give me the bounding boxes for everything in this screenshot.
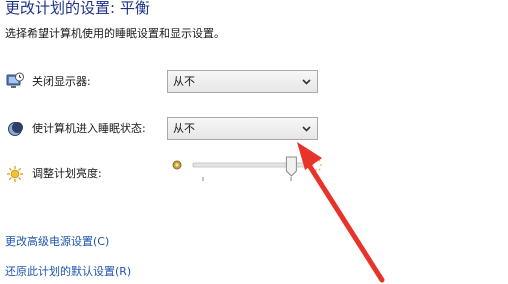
display-off-value: 从不 — [173, 75, 195, 88]
page-subtitle: 选择希望计算机使用的睡眠设置和显示设置。 — [5, 27, 225, 40]
brightness-low-icon — [172, 160, 182, 170]
sun-icon — [7, 166, 23, 182]
chevron-down-icon — [302, 79, 311, 85]
brightness-high-icon — [315, 159, 322, 171]
monitor-clock-icon — [6, 72, 24, 88]
sleep-select[interactable]: 从不 — [167, 117, 318, 140]
slider-ticks — [202, 177, 292, 181]
brightness-slider[interactable] — [168, 150, 324, 190]
moon-sleep-icon — [8, 122, 23, 136]
display-off-select[interactable]: 从不 — [167, 70, 318, 93]
advanced-power-settings-link[interactable]: 更改高级电源设置(C) — [5, 234, 109, 250]
sleep-value: 从不 — [173, 122, 195, 135]
brightness-label: 调整计划亮度: — [32, 167, 102, 180]
page-title: 更改计划的设置: 平衡 — [5, 0, 150, 17]
display-off-label: 关闭显示器: — [32, 75, 91, 88]
slider-thumb[interactable] — [285, 156, 297, 177]
restore-defaults-link[interactable]: 还原此计划的默认设置(R) — [5, 264, 131, 280]
chevron-down-icon — [302, 126, 311, 132]
sleep-label: 使计算机进入睡眠状态: — [32, 122, 146, 135]
power-plan-settings-page: 更改计划的设置: 平衡 选择希望计算机使用的睡眠设置和显示设置。 关闭显示器: … — [0, 0, 508, 284]
